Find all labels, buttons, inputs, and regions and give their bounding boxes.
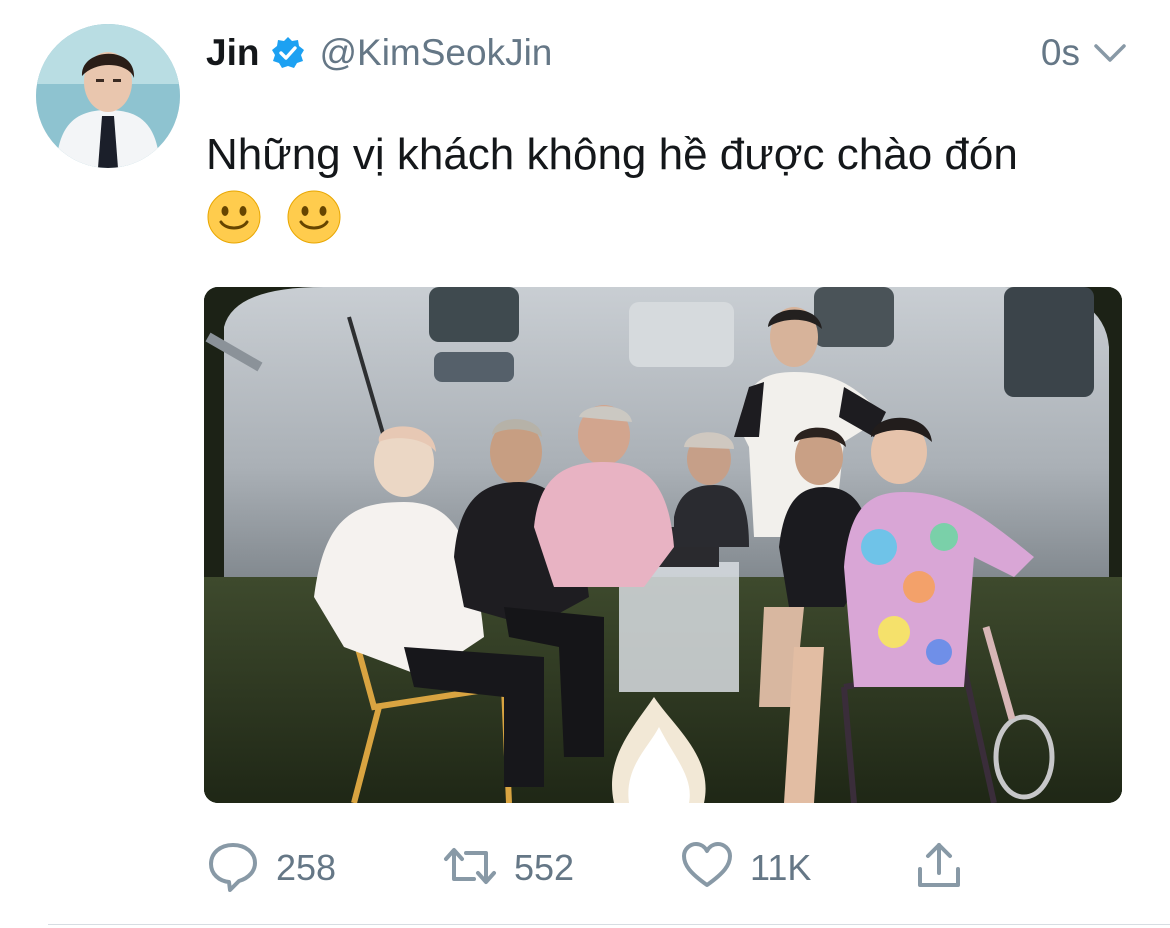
slightly-smiling-face-icon — [206, 189, 262, 245]
tweet-header: Jin @KimSeokJin 0s — [206, 28, 1130, 78]
slightly-smiling-face-icon — [286, 189, 342, 245]
chevron-down-icon[interactable] — [1090, 33, 1130, 73]
retweet-icon — [442, 839, 498, 898]
reply-count: 258 — [276, 847, 337, 888]
retweet-count: 552 — [514, 847, 575, 888]
user-handle[interactable]: @KimSeokJin — [319, 32, 552, 74]
like-button[interactable]: 11K — [680, 840, 811, 896]
verified-badge-icon — [271, 36, 305, 70]
emoji-row — [206, 184, 1126, 245]
like-count: 11K — [750, 847, 812, 888]
tweet-text-line: Những vị khách không hề được chào đón — [206, 130, 1018, 179]
tweet-actions: 258 552 11K — [206, 840, 1006, 896]
tweet-text: Những vị khách không hề được chào đón — [206, 126, 1126, 245]
share-icon — [914, 839, 964, 898]
tweet-card[interactable]: Jin @KimSeokJin 0s Những vị khách không … — [0, 0, 1170, 928]
tweet-photo[interactable] — [204, 287, 1122, 803]
retweet-button[interactable]: 552 — [442, 840, 574, 896]
avatar[interactable] — [36, 24, 180, 168]
reply-icon — [206, 839, 260, 898]
share-button[interactable] — [914, 840, 964, 896]
heart-icon — [680, 839, 734, 898]
tweet-divider — [48, 924, 1170, 925]
timestamp[interactable]: 0s — [1041, 32, 1080, 74]
reply-button[interactable]: 258 — [206, 840, 336, 896]
display-name[interactable]: Jin — [206, 32, 259, 74]
